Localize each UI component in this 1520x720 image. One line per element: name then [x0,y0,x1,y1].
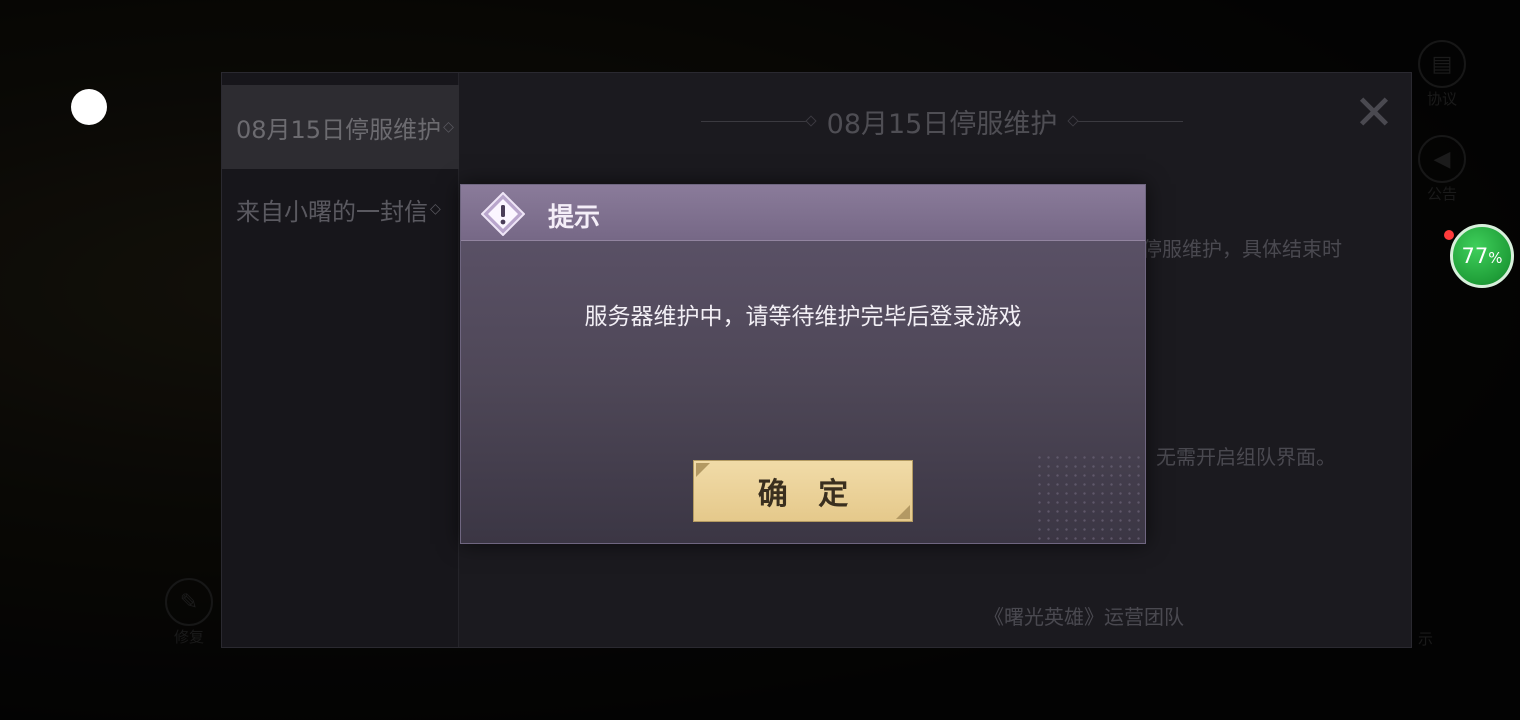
notice-title: 08月15日停服维护 [826,108,1058,140]
diamond-icon: ◇ [443,119,454,135]
header-divider-left [700,114,817,127]
close-button[interactable]: ✕ [1352,89,1396,137]
modal-header: 提示 [461,185,1145,241]
warning-icon [481,192,525,236]
battery-widget[interactable]: 77% [1450,224,1514,288]
notice-body-line-1: 停服维护，具体结束时 [1142,237,1342,261]
close-icon: ✕ [1353,85,1395,141]
floating-assistive-button[interactable] [71,89,107,125]
alert-modal: 提示 服务器维护中，请等待维护完毕后登录游戏 确 定 [460,184,1146,544]
notice-body-line-2: 无需开启组队界面。 [1156,445,1336,469]
notification-dot [1444,230,1454,240]
game-screen: ▤ 协议 ◀ 公告 ✎ 修复 示 08月15日停服维护 ◇ 来自小曙的一封信 ◇… [0,0,1520,720]
notice-header: 08月15日停服维护 [662,99,1222,143]
tab-label: 来自小曙的一封信 [236,197,428,226]
modal-message: 服务器维护中，请等待维护完毕后登录游戏 [584,304,1022,330]
diamond-icon: ◇ [430,201,441,217]
tab-letter[interactable]: 来自小曙的一封信 ◇ [222,167,459,251]
battery-unit: % [1488,249,1503,267]
confirm-button[interactable]: 确 定 [693,460,913,522]
notice-sidebar: 08月15日停服维护 ◇ 来自小曙的一封信 ◇ [222,73,459,647]
battery-value: 77 [1461,244,1489,268]
tab-label: 08月15日停服维护 [236,115,442,144]
confirm-label: 确 定 [757,477,859,512]
notice-signature: 《曙光英雄》运营团队 [984,605,1184,629]
decorative-dot-pattern [1035,453,1145,543]
modal-title: 提示 [548,203,601,233]
header-divider-right [1067,114,1184,127]
tab-maintenance-notice[interactable]: 08月15日停服维护 ◇ [222,85,459,169]
